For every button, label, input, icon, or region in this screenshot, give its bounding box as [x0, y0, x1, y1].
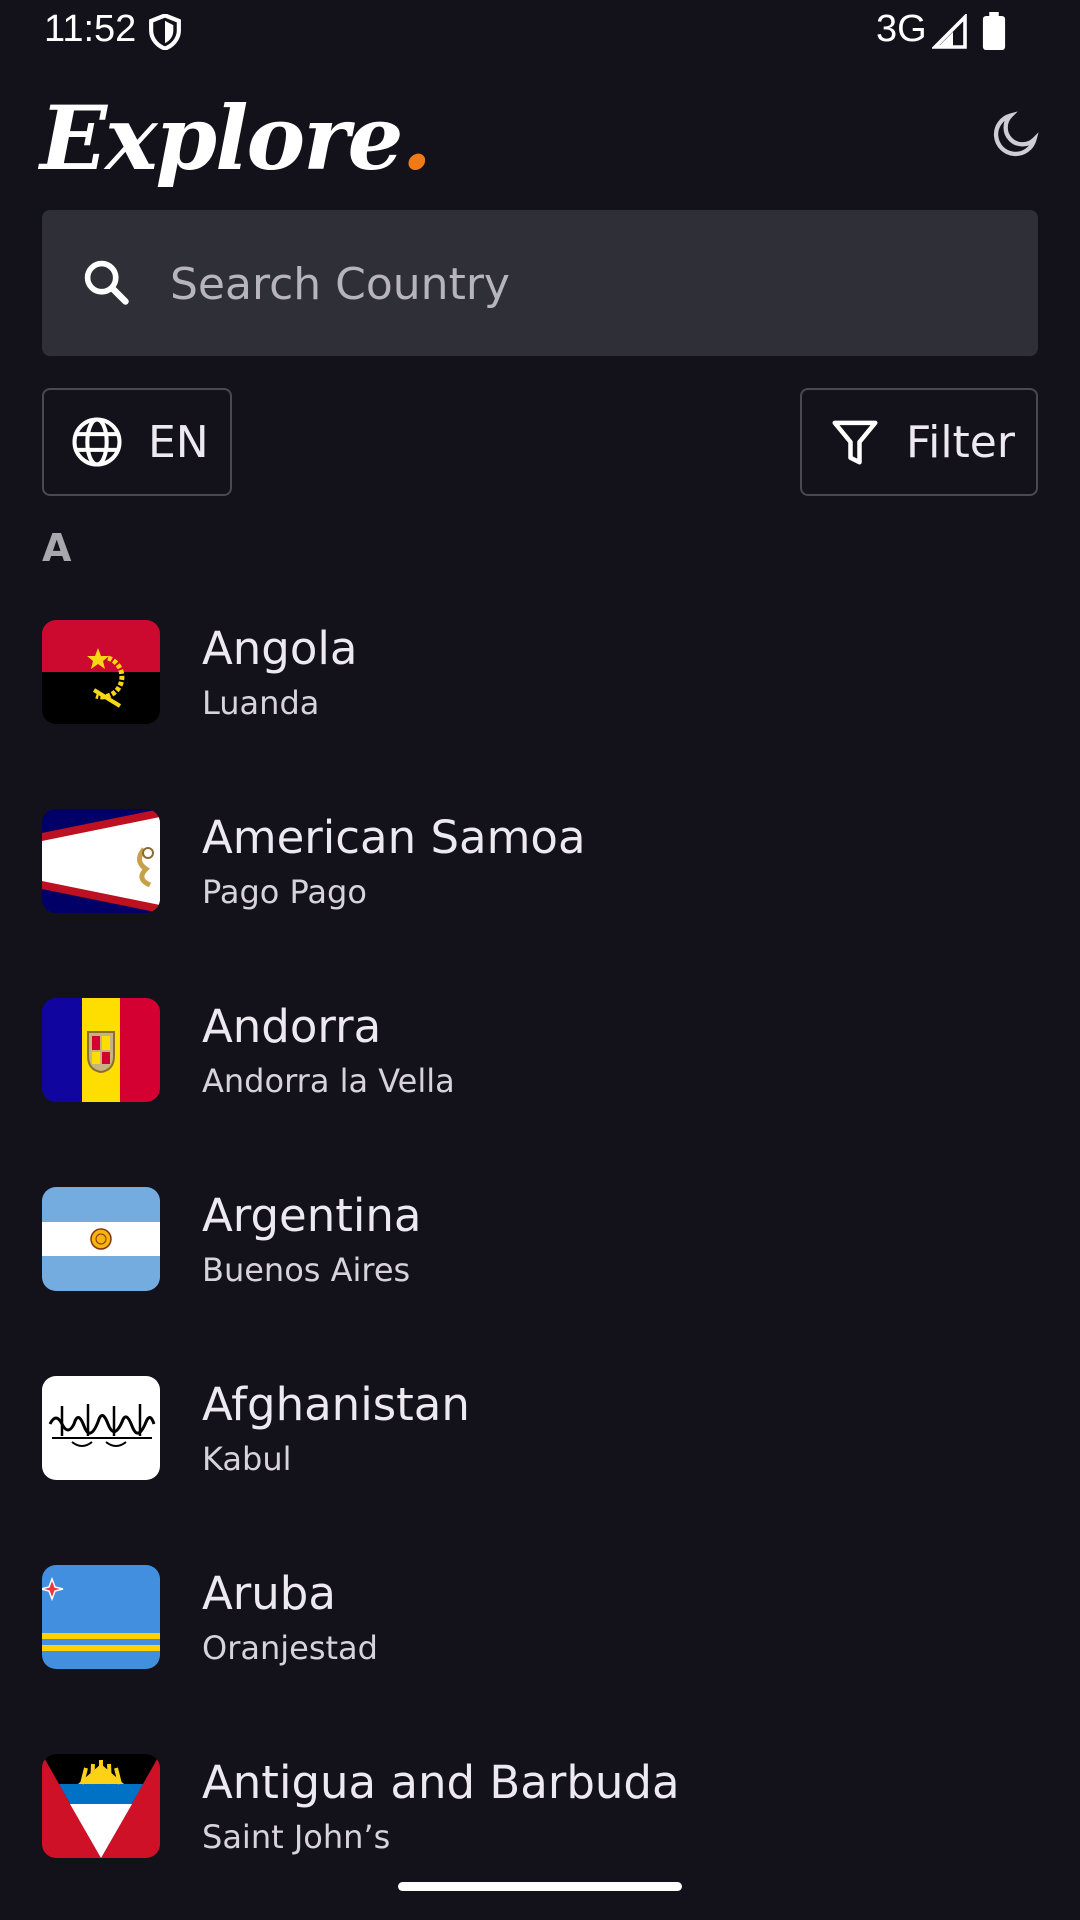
globe-icon	[72, 417, 122, 467]
country-name: Angola	[202, 622, 358, 675]
angola-flag-icon	[42, 620, 160, 724]
section-header: A	[42, 526, 72, 570]
country-name: Andorra	[202, 1000, 382, 1053]
country-item-american-samoa[interactable]: American Samoa Pago Pago	[0, 789, 1080, 939]
network-type: 3G	[876, 8, 927, 50]
country-capital: Andorra la Vella	[202, 1062, 455, 1100]
app-title-dot: .	[401, 86, 433, 190]
afghanistan-flag-icon	[42, 1376, 160, 1480]
country-item-aruba[interactable]: Aruba Oranjestad	[0, 1545, 1080, 1695]
filter-label: Filter	[906, 416, 1015, 468]
american-samoa-flag-icon	[42, 809, 160, 913]
country-item-andorra[interactable]: Andorra Andorra la Vella	[0, 978, 1080, 1128]
country-name: American Samoa	[202, 811, 586, 864]
country-capital: Saint John’s	[202, 1818, 391, 1856]
filter-button[interactable]: Filter	[800, 388, 1038, 496]
country-capital: Luanda	[202, 684, 320, 722]
language-button[interactable]: EN	[42, 388, 232, 496]
country-name: Argentina	[202, 1189, 422, 1242]
country-item-angola[interactable]: Angola Luanda	[0, 600, 1080, 750]
search-bar[interactable]	[42, 210, 1038, 356]
status-bar: 11:52 3G	[0, 0, 1080, 64]
app-title-text: Explore	[40, 86, 404, 190]
country-item-afghanistan[interactable]: Afghanistan Kabul	[0, 1356, 1080, 1506]
moon-icon[interactable]	[990, 108, 1042, 160]
country-name: Antigua and Barbuda	[202, 1756, 680, 1809]
search-icon	[84, 260, 129, 305]
aruba-flag-icon	[42, 1565, 160, 1669]
argentina-flag-icon	[42, 1187, 160, 1291]
status-time: 11:52	[44, 8, 137, 50]
country-capital: Kabul	[202, 1440, 292, 1478]
app-title: Explore.	[40, 86, 432, 190]
antigua-and-barbuda-flag-icon	[42, 1754, 160, 1858]
country-item-argentina[interactable]: Argentina Buenos Aires	[0, 1167, 1080, 1317]
filter-icon	[832, 420, 878, 465]
country-name: Afghanistan	[202, 1378, 470, 1431]
language-label: EN	[148, 416, 209, 468]
signal-icon	[932, 14, 967, 49]
search-input[interactable]	[168, 246, 1012, 322]
andorra-flag-icon	[42, 998, 160, 1102]
country-capital: Buenos Aires	[202, 1251, 411, 1289]
country-capital: Pago Pago	[202, 873, 367, 911]
shield-icon	[149, 14, 181, 50]
country-item-antigua-and-barbuda[interactable]: Antigua and Barbuda Saint John’s	[0, 1734, 1080, 1884]
battery-icon	[982, 12, 1006, 50]
country-capital: Oranjestad	[202, 1629, 378, 1667]
country-name: Aruba	[202, 1567, 336, 1620]
home-indicator[interactable]	[398, 1882, 682, 1891]
